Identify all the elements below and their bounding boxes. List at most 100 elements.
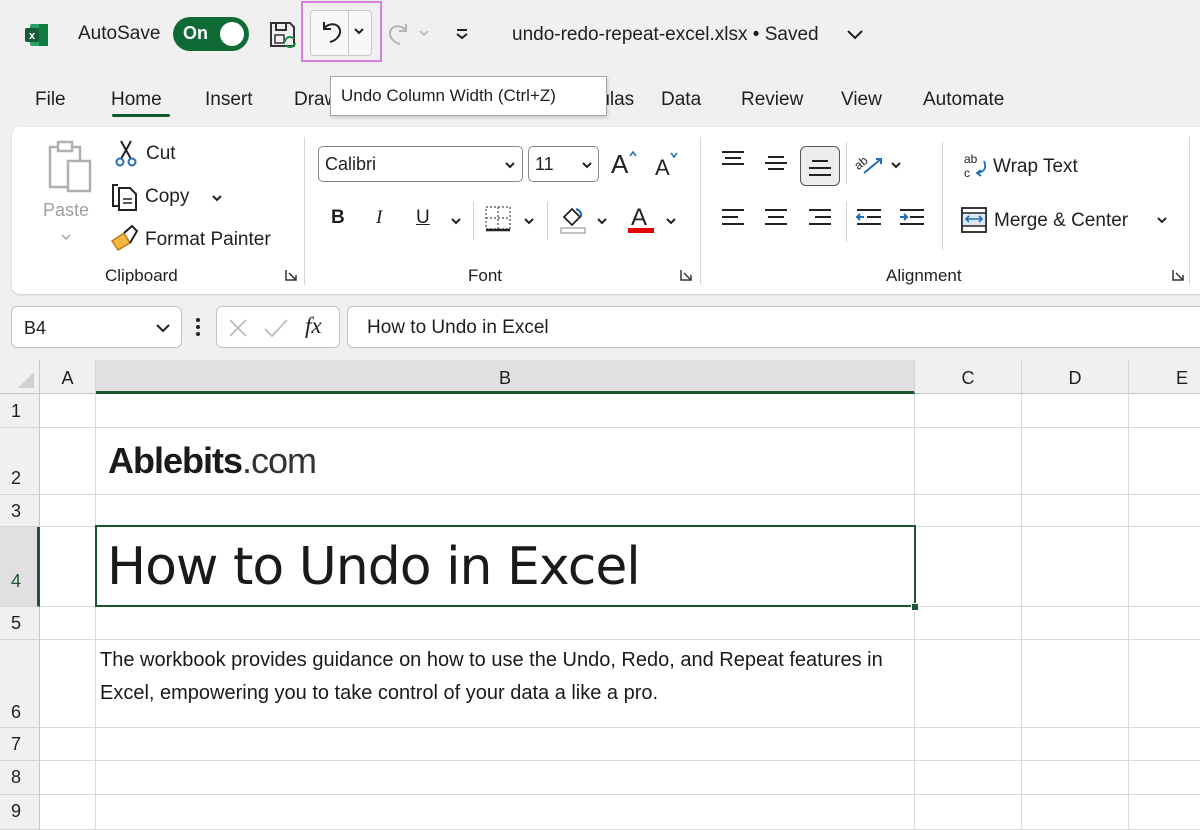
- column-header-b[interactable]: B: [96, 360, 915, 394]
- row-header-2[interactable]: 2: [0, 428, 40, 495]
- more-options-vertical-icon[interactable]: [195, 317, 201, 337]
- font-group-label: Font: [468, 266, 503, 285]
- undo-tooltip: Undo Column Width (Ctrl+Z): [330, 76, 607, 116]
- clipboard-group-label: Clipboard: [105, 266, 178, 285]
- alignment-dialog-launcher-icon[interactable]: [1171, 268, 1185, 282]
- tab-review[interactable]: Review: [741, 89, 803, 111]
- formula-input[interactable]: How to Undo in Excel: [347, 306, 1200, 348]
- increase-font-size-icon[interactable]: A: [610, 149, 640, 177]
- paste-icon: [48, 140, 92, 193]
- orientation-chevron-down-icon[interactable]: [890, 161, 902, 169]
- underline-chevron-down-icon[interactable]: [450, 217, 462, 225]
- column-header-d[interactable]: D: [1022, 360, 1129, 394]
- tab-automate[interactable]: Automate: [923, 89, 1004, 111]
- font-color-icon[interactable]: A: [626, 203, 656, 235]
- svg-text:A: A: [655, 155, 670, 179]
- undo-icon[interactable]: [318, 18, 346, 46]
- font-color-chevron-down-icon[interactable]: [665, 217, 677, 225]
- undo-dropdown-chevron-icon[interactable]: [352, 24, 366, 38]
- borders-chevron-down-icon[interactable]: [523, 217, 535, 225]
- row-header-6[interactable]: 6: [0, 640, 40, 728]
- confirm-entry-icon[interactable]: [263, 317, 289, 339]
- decrease-indent-icon[interactable]: [855, 207, 883, 231]
- row-header-7[interactable]: 7: [0, 728, 40, 761]
- ablebits-logo: Ablebits.com: [108, 440, 317, 482]
- font-size-chevron-down-icon: [582, 162, 592, 169]
- tab-view[interactable]: View: [841, 89, 882, 111]
- fill-handle[interactable]: [911, 603, 919, 611]
- copy-chevron-down-icon[interactable]: [211, 194, 223, 202]
- alignment-separator: [942, 142, 943, 250]
- customize-quick-access-icon[interactable]: [454, 26, 470, 42]
- font-size-value: 11: [535, 154, 554, 174]
- row-header-9[interactable]: 9: [0, 795, 40, 830]
- tab-home[interactable]: Home: [111, 89, 162, 111]
- bold-button[interactable]: B: [331, 207, 345, 229]
- svg-text:x: x: [29, 30, 36, 42]
- font-size-dropdown[interactable]: 11: [528, 146, 599, 182]
- italic-button[interactable]: I: [376, 207, 382, 229]
- scissors-icon: [115, 140, 137, 167]
- file-title[interactable]: undo-redo-repeat-excel.xlsx • Saved: [512, 24, 819, 46]
- redo-icon[interactable]: [384, 20, 412, 48]
- middle-align-icon[interactable]: [763, 154, 789, 176]
- active-tab-indicator: [112, 114, 170, 117]
- top-align-icon[interactable]: [720, 149, 746, 171]
- cut-label: Cut: [146, 143, 176, 164]
- column-header-a[interactable]: A: [40, 360, 96, 394]
- increase-indent-icon[interactable]: [898, 207, 926, 231]
- orientation-icon[interactable]: ab: [854, 149, 886, 177]
- excel-logo-icon: x: [25, 24, 48, 46]
- alignment-group-label: Alignment: [886, 266, 962, 285]
- select-all-triangle-icon: [18, 372, 34, 388]
- tab-insert[interactable]: Insert: [205, 89, 253, 111]
- alignment-separator: [846, 142, 847, 184]
- insert-function-button[interactable]: fx: [305, 313, 322, 339]
- tab-data[interactable]: Data: [661, 89, 701, 111]
- column-header-c[interactable]: C: [915, 360, 1022, 394]
- decrease-font-size-icon[interactable]: A: [654, 151, 684, 179]
- title-chevron-down-icon[interactable]: [846, 28, 864, 42]
- ribbon-separator: [700, 137, 701, 285]
- fill-color-icon[interactable]: [558, 203, 588, 235]
- clipboard-dialog-launcher-icon[interactable]: [284, 268, 298, 282]
- align-center-icon[interactable]: [763, 207, 789, 231]
- row-header-1[interactable]: 1: [0, 394, 40, 428]
- font-dialog-launcher-icon[interactable]: [679, 268, 693, 282]
- font-name-dropdown[interactable]: Calibri: [318, 146, 523, 182]
- column-header-e[interactable]: E: [1129, 360, 1200, 394]
- merge-center-chevron-down-icon[interactable]: [1156, 216, 1168, 224]
- borders-icon[interactable]: [484, 205, 512, 233]
- save-sync-icon[interactable]: [268, 20, 298, 50]
- align-left-icon[interactable]: [720, 207, 746, 231]
- row-header-3[interactable]: 3: [0, 495, 40, 527]
- cell-b4-selected[interactable]: How to Undo in Excel: [95, 525, 916, 607]
- row-header-5[interactable]: 5: [0, 607, 40, 640]
- cell-b6-text[interactable]: The workbook provides guidance on how to…: [100, 644, 910, 710]
- ribbon-home: Paste Cut Copy Format Painter Clipboard …: [12, 127, 1200, 294]
- cancel-entry-icon[interactable]: [227, 317, 249, 339]
- bottom-align-button[interactable]: [800, 146, 840, 186]
- font-name-chevron-down-icon: [505, 162, 515, 169]
- name-box-chevron-down-icon[interactable]: [155, 323, 171, 333]
- fill-color-chevron-down-icon[interactable]: [596, 217, 608, 225]
- tab-file[interactable]: File: [35, 89, 66, 111]
- merge-center-icon: [961, 207, 987, 233]
- row-header-4[interactable]: 4: [0, 527, 40, 607]
- toggle-knob: [220, 22, 244, 46]
- wrap-text-label: Wrap Text: [993, 156, 1078, 177]
- copy-label: Copy: [145, 186, 190, 207]
- underline-button[interactable]: U: [416, 207, 430, 229]
- autosave-toggle[interactable]: On: [173, 17, 249, 51]
- logo-main: Ablebits: [108, 440, 243, 481]
- paste-label: Paste: [43, 200, 90, 220]
- gridline: [40, 494, 1200, 495]
- redo-dropdown-chevron-icon[interactable]: [418, 27, 430, 39]
- paste-chevron-down-icon[interactable]: [60, 233, 72, 241]
- logo-suffix: .com: [242, 440, 317, 481]
- select-all-corner[interactable]: [0, 360, 40, 394]
- align-right-icon[interactable]: [807, 207, 833, 231]
- svg-text:c: c: [964, 166, 970, 180]
- row-header-8[interactable]: 8: [0, 761, 40, 795]
- name-box[interactable]: B4: [11, 306, 182, 348]
